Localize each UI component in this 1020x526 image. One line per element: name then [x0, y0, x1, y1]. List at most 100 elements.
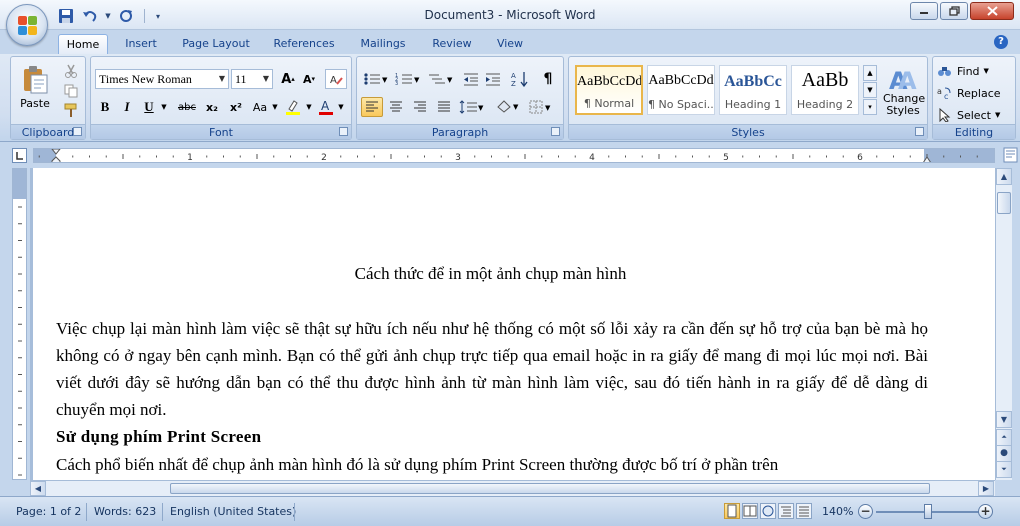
right-indent-marker[interactable]	[922, 154, 932, 162]
clipboard-launcher-icon[interactable]	[73, 127, 82, 136]
vertical-scroll-thumb[interactable]	[997, 192, 1011, 214]
tab-insert[interactable]: Insert	[118, 34, 164, 54]
document-heading[interactable]: Sử dụng phím Print Screen	[56, 425, 261, 449]
styles-scroll-down-icon[interactable]: ▼	[863, 82, 877, 98]
font-size-dropdown-icon[interactable]: ▼	[260, 70, 272, 88]
text-highlight-icon[interactable]	[281, 97, 305, 117]
print-layout-view-icon[interactable]	[724, 503, 740, 519]
align-left-icon[interactable]	[361, 97, 383, 117]
document-paragraph-1[interactable]: Việc chụp lại màn hình làm việc sẽ thật …	[56, 315, 928, 423]
clear-formatting-icon[interactable]: A	[325, 69, 347, 89]
bullets-icon[interactable]: ▼	[361, 69, 391, 89]
style-heading-1[interactable]: AaBbCc Heading 1	[719, 65, 787, 115]
paste-button[interactable]: Paste	[15, 59, 55, 115]
status-words[interactable]: Words: 623	[88, 503, 162, 521]
previous-page-icon[interactable]: ⏶	[996, 429, 1012, 446]
zoom-slider-thumb[interactable]	[924, 504, 932, 519]
font-launcher-icon[interactable]	[339, 127, 348, 136]
document-title[interactable]: Cách thức để in một ảnh chụp màn hình	[33, 264, 948, 284]
superscript-button[interactable]: x²	[225, 97, 247, 117]
change-case-button[interactable]: Aa	[249, 97, 271, 117]
decrease-indent-icon[interactable]	[461, 69, 481, 89]
styles-more-icon[interactable]: ▾	[863, 99, 877, 115]
font-size-combo[interactable]: 11 ▼	[231, 69, 273, 89]
font-name-dropdown-icon[interactable]: ▼	[216, 70, 228, 88]
zoom-in-icon[interactable]: +	[978, 504, 993, 519]
document-page[interactable]: Cách thức để in một ảnh chụp màn hình Vi…	[33, 168, 995, 480]
tab-references[interactable]: References	[268, 34, 340, 54]
horizontal-scrollbar[interactable]: ◀ ▶	[30, 480, 995, 496]
subscript-button[interactable]: x₂	[201, 97, 223, 117]
first-line-indent-marker[interactable]	[51, 149, 61, 162]
line-spacing-icon[interactable]: ▼	[457, 97, 487, 117]
status-language[interactable]: English (United States)	[164, 503, 302, 521]
strikethrough-button[interactable]: abc	[175, 97, 199, 117]
highlight-dropdown-icon[interactable]: ▼	[305, 97, 313, 117]
italic-button[interactable]: I	[117, 97, 137, 117]
justify-icon[interactable]	[433, 97, 455, 117]
bold-button[interactable]: B	[95, 97, 115, 117]
vertical-ruler[interactable]	[12, 168, 27, 480]
scroll-left-icon[interactable]: ◀	[30, 481, 46, 496]
underline-dropdown-icon[interactable]: ▼	[159, 97, 169, 117]
select-button[interactable]: Select ▼	[937, 105, 1013, 125]
font-color-dropdown-icon[interactable]: ▼	[337, 97, 345, 117]
tab-view[interactable]: View	[490, 34, 530, 54]
underline-button[interactable]: U	[139, 97, 159, 117]
font-color-icon[interactable]: A	[315, 97, 337, 117]
multilevel-list-icon[interactable]: ▼	[425, 69, 457, 89]
tab-selector-button[interactable]	[12, 148, 27, 163]
increase-indent-icon[interactable]	[483, 69, 503, 89]
scroll-right-icon[interactable]: ▶	[978, 481, 994, 496]
sort-icon[interactable]: AZ	[509, 69, 531, 89]
find-button[interactable]: Find ▼	[937, 61, 1013, 81]
scroll-up-icon[interactable]: ▲	[996, 168, 1012, 185]
restore-button[interactable]	[940, 2, 968, 20]
paragraph-launcher-icon[interactable]	[551, 127, 560, 136]
change-case-dropdown-icon[interactable]: ▼	[271, 97, 279, 117]
document-paragraph-2[interactable]: Cách phổ biến nhất để chụp ảnh màn hình …	[56, 451, 928, 478]
next-page-icon[interactable]: ⏷	[996, 461, 1012, 478]
view-ruler-icon[interactable]	[1003, 147, 1018, 163]
web-layout-view-icon[interactable]	[760, 503, 776, 519]
numbering-icon[interactable]: 1 2 3 ▼	[393, 69, 423, 89]
styles-launcher-icon[interactable]	[915, 127, 924, 136]
tab-page-layout[interactable]: Page Layout	[178, 34, 254, 54]
full-screen-reading-view-icon[interactable]	[742, 503, 758, 519]
status-page[interactable]: Page: 1 of 2	[10, 503, 87, 521]
borders-icon[interactable]: ▼	[527, 97, 557, 117]
styles-scroll-up-icon[interactable]: ▲	[863, 65, 877, 81]
grow-font-icon[interactable]: A ▴	[278, 69, 298, 89]
outline-view-icon[interactable]	[778, 503, 794, 519]
show-formatting-marks-button[interactable]: ¶	[537, 69, 559, 89]
align-center-icon[interactable]	[385, 97, 407, 117]
help-icon[interactable]: ?	[994, 35, 1008, 49]
zoom-level[interactable]: 140%	[816, 503, 859, 521]
scroll-down-icon[interactable]: ▼	[996, 411, 1012, 428]
replace-button[interactable]: ac Replace	[937, 83, 1013, 103]
office-button[interactable]	[6, 4, 48, 46]
tab-review[interactable]: Review	[426, 34, 478, 54]
zoom-out-icon[interactable]: −	[858, 504, 873, 519]
draft-view-icon[interactable]	[796, 503, 812, 519]
style-normal[interactable]: AaBbCcDd ¶ Normal	[575, 65, 643, 115]
shading-icon[interactable]: ▼	[493, 97, 523, 117]
tab-mailings[interactable]: Mailings	[354, 34, 412, 54]
align-right-icon[interactable]	[409, 97, 431, 117]
select-browse-object-icon[interactable]: ●	[996, 445, 1012, 462]
format-painter-icon[interactable]	[61, 101, 81, 121]
shrink-font-icon[interactable]: A ▾	[299, 69, 319, 89]
close-button[interactable]	[970, 2, 1014, 20]
horizontal-ruler[interactable]: 1 2 3 4 5 6	[33, 148, 995, 163]
cut-icon[interactable]	[61, 61, 81, 81]
svg-text:A: A	[330, 75, 337, 86]
minimize-button[interactable]	[910, 2, 938, 20]
copy-icon[interactable]	[61, 81, 81, 101]
horizontal-scroll-thumb[interactable]	[170, 483, 930, 494]
style-heading-2[interactable]: AaBb Heading 2	[791, 65, 859, 115]
font-name-combo[interactable]: Times New Roman ▼	[95, 69, 229, 89]
vertical-scrollbar[interactable]: ▲ ▼ ⏶ ● ⏷	[995, 168, 1012, 480]
style-no-spacing[interactable]: AaBbCcDd ¶ No Spaci...	[647, 65, 715, 115]
change-styles-button[interactable]: AA Change Styles	[881, 61, 925, 121]
tab-home[interactable]: Home	[58, 34, 108, 54]
